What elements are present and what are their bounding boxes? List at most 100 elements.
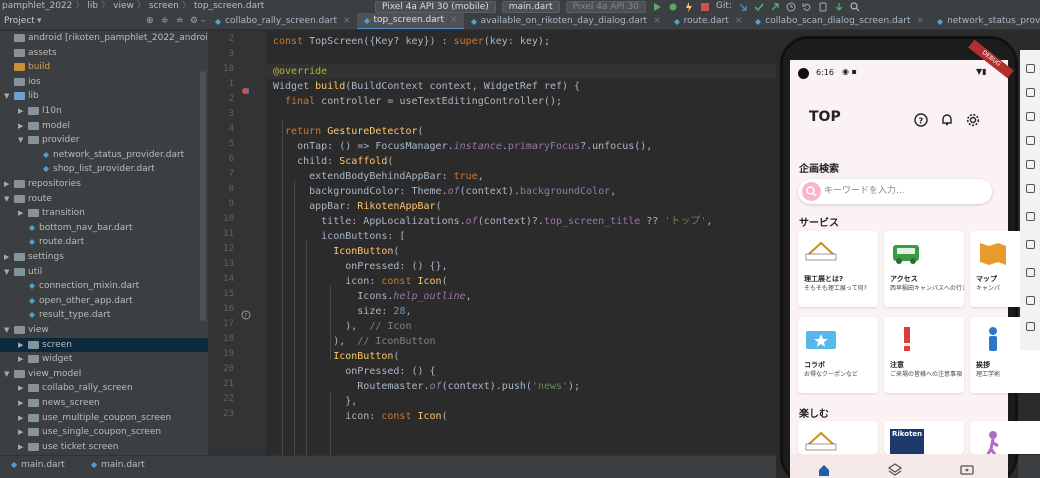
expand-all-icon[interactable]: ≑ xyxy=(161,13,169,29)
tree-item[interactable]: ▼ util xyxy=(4,265,42,279)
power-icon[interactable] xyxy=(1026,64,1035,73)
code-line[interactable]: title: AppLocalizations.of(context)?.top… xyxy=(273,214,712,229)
enjoy-card[interactable] xyxy=(970,421,1040,454)
code-line[interactable]: child: Scaffold( xyxy=(273,154,393,169)
code-line[interactable]: IconButton( xyxy=(273,244,399,259)
code-line[interactable]: ), // Icon xyxy=(273,319,411,334)
tree-item[interactable]: ▶ repositories xyxy=(4,177,81,191)
enjoy-card[interactable]: Rikoten xyxy=(884,421,964,454)
rotate-right-icon[interactable] xyxy=(1026,160,1035,169)
code-line[interactable]: iconButtons: [ xyxy=(273,229,405,244)
settings-gear-icon[interactable] xyxy=(1018,455,1040,478)
chevron-right-icon[interactable]: ▶ xyxy=(18,119,25,133)
tree-item[interactable]: route.dart xyxy=(18,235,84,249)
code-line[interactable]: onPressed: () {}, xyxy=(273,259,447,274)
git-update-icon[interactable] xyxy=(738,2,748,12)
editor-tab[interactable]: collabo_scan_dialog_screen.dart × xyxy=(748,13,930,29)
settings-icon[interactable] xyxy=(966,113,980,127)
chevron-right-icon[interactable]: ▶ xyxy=(4,250,11,264)
more-icon[interactable] xyxy=(1026,322,1035,331)
collapse-all-icon[interactable]: ≐ xyxy=(176,13,184,29)
bell-icon[interactable] xyxy=(940,113,954,127)
tree-item[interactable]: build xyxy=(4,60,50,74)
device-selector[interactable]: Pixel 4a API 30 (mobile) xyxy=(375,0,496,13)
tree-item[interactable]: result_type.dart xyxy=(18,308,110,322)
close-icon[interactable]: × xyxy=(450,13,458,29)
tree-item[interactable]: ▶ use ticket screen xyxy=(18,440,119,454)
chevron-right-icon[interactable]: ▶ xyxy=(18,440,25,454)
code-line[interactable]: appBar: RikotenAppBar( xyxy=(273,199,442,214)
overview-icon[interactable] xyxy=(1026,296,1035,305)
tree-item[interactable]: ▶ settings xyxy=(4,250,64,264)
chevron-right-icon[interactable]: ▶ xyxy=(18,381,25,395)
debug-icon[interactable] xyxy=(668,2,678,12)
tree-item[interactable]: ▶ l10n xyxy=(18,104,62,118)
code-line[interactable]: onPressed: () { xyxy=(273,364,435,379)
close-icon[interactable]: × xyxy=(917,13,925,29)
layers-icon[interactable] xyxy=(888,463,902,477)
run-config-selector[interactable]: main.dart xyxy=(501,0,560,13)
tree-item[interactable]: ▶ news_screen xyxy=(18,396,100,410)
close-icon[interactable]: × xyxy=(653,13,661,29)
search-everywhere-icon[interactable] xyxy=(850,2,860,12)
chevron-down-icon[interactable]: ▼ xyxy=(4,265,11,279)
breadcrumb-item[interactable]: screen xyxy=(149,1,179,11)
close-icon[interactable]: × xyxy=(735,13,743,29)
device-manager-icon[interactable] xyxy=(818,2,828,12)
volume-up-icon[interactable] xyxy=(1026,88,1035,97)
help-icon[interactable]: ? xyxy=(914,113,928,127)
secondary-device-selector[interactable]: Pixel 4a API 30 xyxy=(565,0,646,13)
code-line[interactable]: final controller = useTextEditingControl… xyxy=(273,94,562,109)
tree-item[interactable]: ▶ use_single_coupon_screen xyxy=(18,425,161,439)
chevron-down-icon[interactable]: ▼ xyxy=(4,367,11,381)
tree-item[interactable]: shop_list_provider.dart xyxy=(32,162,155,176)
code-line[interactable]: ), // IconButton xyxy=(273,334,435,349)
tree-item[interactable]: assets xyxy=(4,46,57,60)
code-line[interactable]: @override xyxy=(266,64,776,79)
ticket-icon[interactable] xyxy=(960,463,974,477)
history-icon[interactable] xyxy=(786,2,796,12)
tree-item[interactable]: open_other_app.dart xyxy=(18,294,133,308)
editor-tab[interactable]: available_on_rikoten_day_dialog.dart × xyxy=(464,13,667,29)
chevron-right-icon[interactable]: ▶ xyxy=(18,206,25,220)
breadcrumb-item[interactable]: lib xyxy=(87,1,98,11)
code-line[interactable]: backgroundColor: Theme.of(context).backg… xyxy=(273,184,616,199)
project-scrollbar[interactable] xyxy=(200,71,206,321)
tree-item[interactable]: ▼ view xyxy=(4,323,49,337)
screenshot-icon[interactable] xyxy=(1026,184,1035,193)
editor-tab[interactable]: network_status_provider.dart× xyxy=(930,13,1040,29)
code-line[interactable]: extendBodyBehindAppBar: true, xyxy=(273,169,484,184)
enjoy-card[interactable] xyxy=(798,421,878,454)
project-view-selector[interactable]: Project xyxy=(4,16,35,26)
chevron-right-icon[interactable]: ▶ xyxy=(18,338,25,352)
code-line[interactable]: return GestureDetector( xyxy=(273,124,424,139)
code-editor[interactable]: const TopScreen({Key? key}) : super(key:… xyxy=(266,31,776,455)
stop-icon[interactable] xyxy=(700,2,710,12)
chevron-down-icon[interactable]: ▼ xyxy=(18,133,25,147)
chevron-right-icon[interactable]: ▶ xyxy=(4,177,11,191)
run-tab-main[interactable]: main.dart xyxy=(10,458,65,472)
close-icon[interactable]: × xyxy=(343,13,351,29)
chevron-right-icon[interactable]: ▶ xyxy=(18,396,25,410)
back-icon[interactable] xyxy=(1026,240,1035,249)
tree-item[interactable]: ▼ view_model xyxy=(4,367,81,381)
sdk-manager-icon[interactable] xyxy=(834,2,844,12)
tree-item[interactable]: connection_mixin.dart xyxy=(18,279,139,293)
hide-panel-icon[interactable]: – xyxy=(201,13,206,29)
tree-item[interactable]: ▼ provider xyxy=(18,133,80,147)
hot-reload-icon[interactable] xyxy=(684,1,694,12)
code-line[interactable]: icon: const Icon( xyxy=(273,409,447,424)
service-card[interactable]: 理工展とは? そもそも理工展って何? xyxy=(798,231,878,307)
tree-item[interactable]: ▼ route xyxy=(4,192,52,206)
tree-item[interactable]: ▶ collabo_rally_screen xyxy=(18,381,133,395)
breadcrumb-item[interactable]: top_screen.dart xyxy=(194,1,264,11)
service-card[interactable]: アクセス西早稲田キャンパスへの行き方 xyxy=(884,231,964,307)
chevron-right-icon[interactable]: ▶ xyxy=(18,425,25,439)
run-icon[interactable] xyxy=(652,2,662,12)
settings-gear-icon[interactable]: ⚙ xyxy=(190,13,198,29)
tree-item[interactable]: ▶ model xyxy=(18,119,70,133)
override-marker-icon[interactable] xyxy=(241,86,251,96)
rotate-left-icon[interactable] xyxy=(1026,136,1035,145)
chevron-down-icon[interactable]: ▼ xyxy=(4,192,11,206)
code-line[interactable]: const TopScreen({Key? key}) : super(key:… xyxy=(273,34,550,49)
